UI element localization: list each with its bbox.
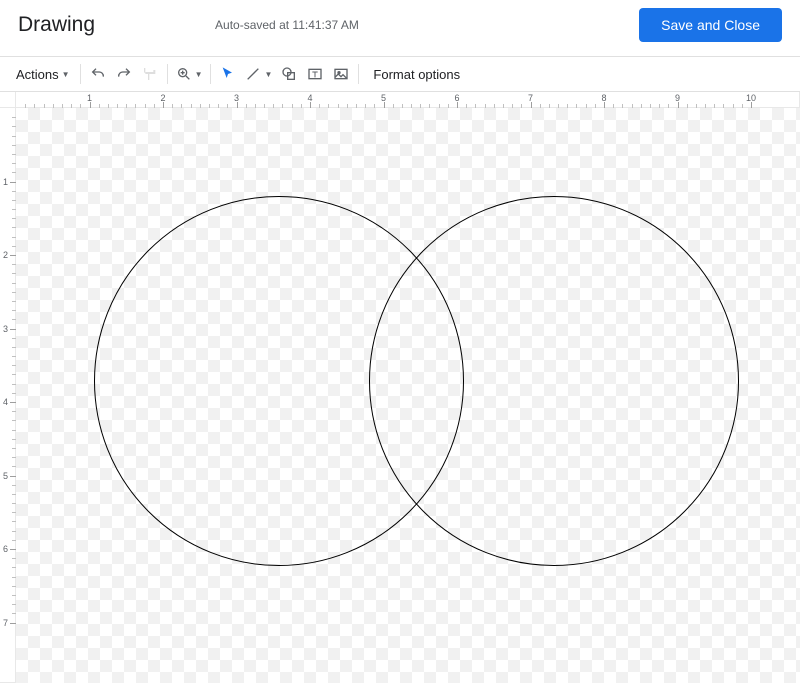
workspace: 12345678910 1 2 3 4 5 6 7 — [0, 92, 800, 683]
separator — [210, 64, 211, 84]
save-and-close-button[interactable]: Save and Close — [639, 8, 782, 42]
image-tool[interactable] — [328, 61, 354, 87]
ruler-tick-label: 2 — [3, 250, 8, 260]
caret-down-icon: ▼ — [62, 70, 70, 79]
caret-down-icon: ▼ — [195, 70, 203, 79]
ruler-tick-label: 4 — [3, 397, 8, 407]
select-tool[interactable] — [215, 61, 241, 87]
redo-icon — [116, 66, 132, 82]
shape-tool[interactable] — [276, 61, 302, 87]
shape-icon — [281, 66, 297, 82]
zoom-icon — [176, 66, 192, 82]
paint-format-button[interactable] — [137, 61, 163, 87]
separator — [167, 64, 168, 84]
ruler-tick-label: 5 — [3, 471, 8, 481]
toolbar: Actions ▼ ▼ ▼ Format options — [0, 56, 800, 92]
undo-icon — [90, 66, 106, 82]
separator — [80, 64, 81, 84]
format-options-button[interactable]: Format options — [373, 67, 460, 82]
dialog-title: Drawing — [18, 13, 95, 37]
ruler-vertical[interactable]: 1 2 3 4 5 6 7 — [0, 108, 16, 683]
actions-menu[interactable]: Actions ▼ — [10, 61, 76, 87]
ruler-tick-label: 6 — [3, 544, 8, 554]
textbox-tool[interactable] — [302, 61, 328, 87]
actions-label: Actions — [16, 67, 59, 82]
textbox-icon — [307, 66, 323, 82]
header: Drawing Auto-saved at 11:41:37 AM Save a… — [0, 0, 800, 56]
ruler-corner — [0, 92, 16, 108]
autosave-status: Auto-saved at 11:41:37 AM — [215, 18, 359, 32]
line-icon — [245, 66, 261, 82]
ruler-tick-label: 1 — [3, 177, 8, 187]
line-tool[interactable]: ▼ — [241, 61, 276, 87]
image-icon — [333, 66, 349, 82]
redo-button[interactable] — [111, 61, 137, 87]
caret-down-icon: ▼ — [264, 70, 272, 79]
cursor-icon — [220, 66, 236, 82]
oval-shape-2[interactable] — [369, 196, 739, 566]
undo-button[interactable] — [85, 61, 111, 87]
paint-format-icon — [142, 66, 158, 82]
ruler-tick-label: 7 — [3, 618, 8, 628]
drawing-canvas[interactable] — [16, 108, 800, 683]
separator — [358, 64, 359, 84]
ruler-horizontal[interactable]: 12345678910 — [16, 92, 800, 108]
zoom-button[interactable]: ▼ — [172, 61, 207, 87]
ruler-tick-label: 3 — [3, 324, 8, 334]
